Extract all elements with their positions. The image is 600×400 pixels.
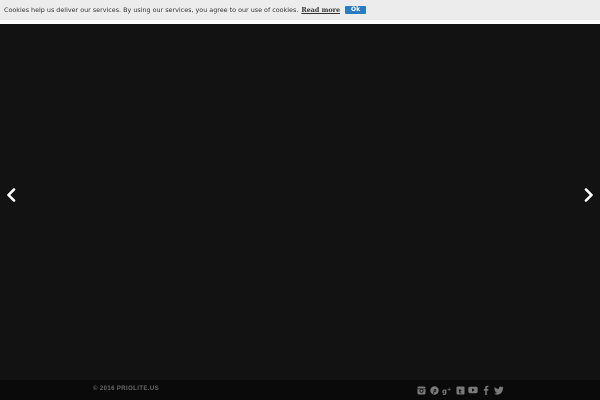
footer: © 2016 PRIOLITE.US g + t xyxy=(0,380,600,400)
social-links: g + t xyxy=(416,385,504,395)
svg-text:+: + xyxy=(447,387,451,393)
instagram-icon[interactable] xyxy=(416,385,426,395)
youtube-icon[interactable] xyxy=(468,385,478,395)
read-more-link[interactable]: Read more xyxy=(301,6,340,14)
copyright-text: © 2016 PRIOLITE.US xyxy=(93,386,159,392)
cookie-notice-bar: Cookies help us deliver our services. By… xyxy=(0,0,600,20)
chevron-left-icon xyxy=(7,188,16,202)
slider-next-button[interactable] xyxy=(582,185,596,205)
tumblr-icon[interactable]: t xyxy=(455,385,465,395)
cookie-message: Cookies help us deliver our services. By… xyxy=(4,6,299,14)
slider-prev-button[interactable] xyxy=(4,185,18,205)
google-plus-icon[interactable]: g + xyxy=(442,385,452,395)
slider-stage xyxy=(0,24,600,380)
chevron-right-icon xyxy=(584,188,593,202)
twitter-icon[interactable] xyxy=(494,385,504,395)
svg-text:t: t xyxy=(458,387,461,395)
facebook-icon[interactable] xyxy=(481,385,491,395)
cookie-ok-button[interactable]: Ok xyxy=(345,6,367,14)
pinterest-icon[interactable] xyxy=(429,385,439,395)
